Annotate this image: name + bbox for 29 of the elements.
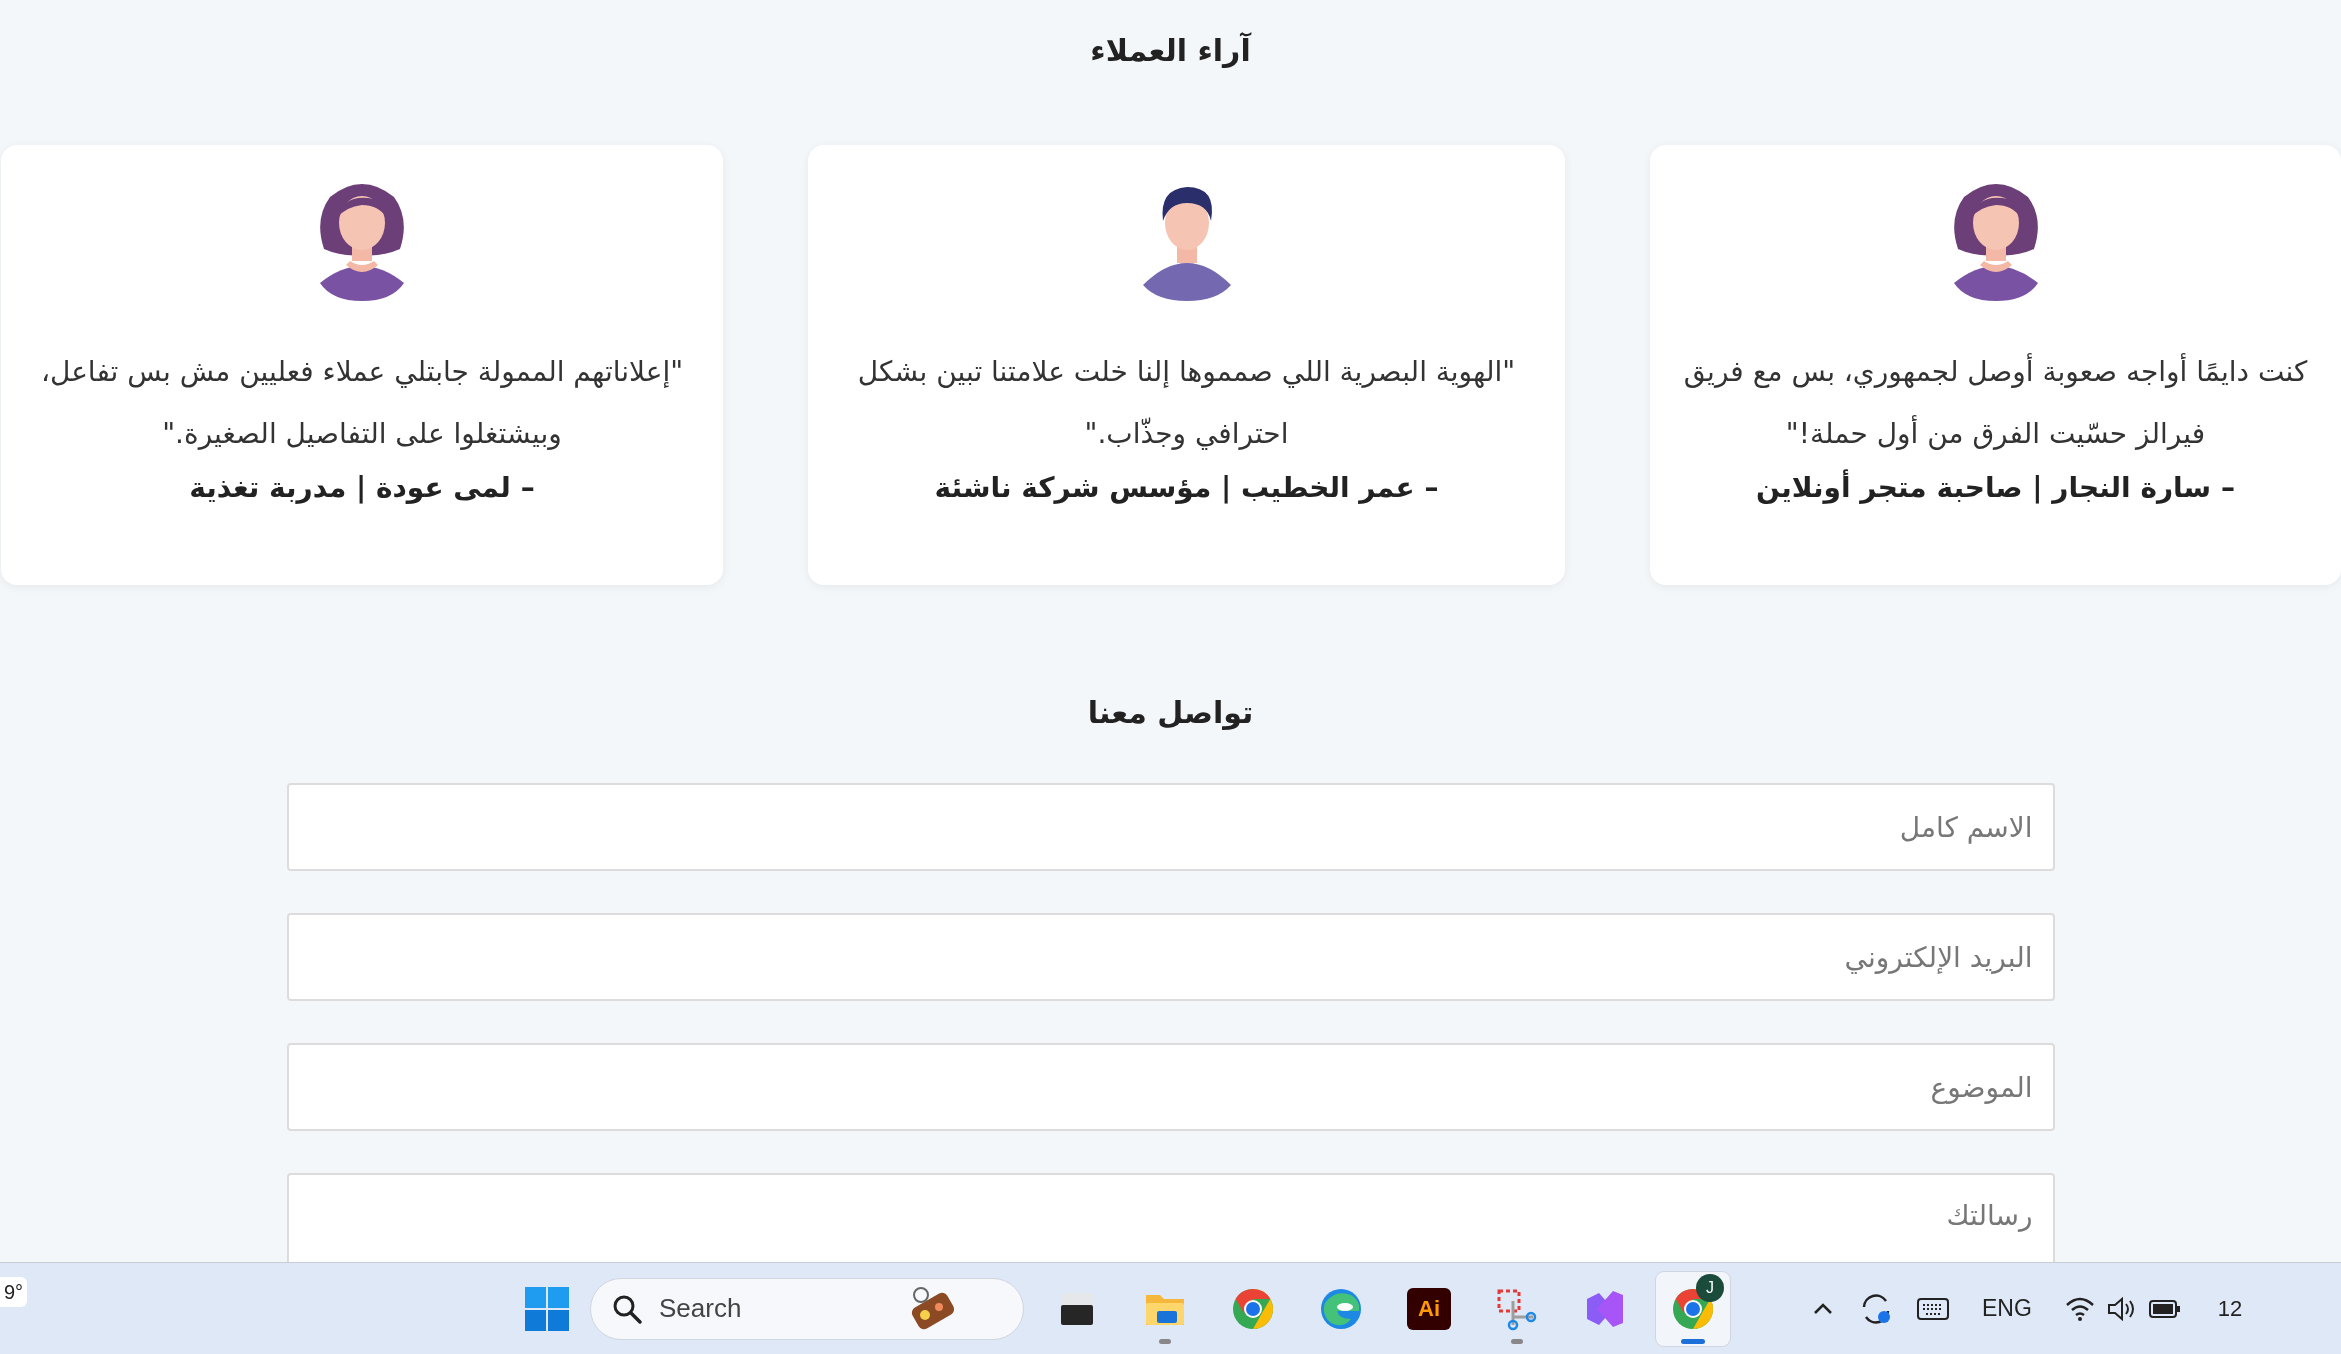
illustrator-icon: Ai (1407, 1287, 1451, 1330)
testimonial-quote: "إعلاناتهم الممولة جابتلي عملاء فعليين مش بس تفاعل، وبيشتغلوا على التفاصيل الصغيرة." (39, 354, 685, 452)
search-field[interactable]: Search (590, 1277, 1024, 1340)
input-field[interactable]: الموضوع (286, 1043, 2055, 1131)
testimonial-author: – سارة النجار | صاحبة متجر أونلاين (1756, 468, 2235, 506)
section-title: آراء العملاء (1090, 31, 1251, 70)
input-field[interactable]: الاسم كامل (286, 783, 2055, 871)
testimonial-quote: كنت دايمًا أواجه صعوبة أوصل لجمهوري، بس مع فريق فيرالز حسّيت الفرق من أول حملة!" (1682, 352, 2309, 452)
message-field[interactable]: رسالتك (286, 1173, 2055, 1262)
testimonial-author: – لمى عودة | مدربة تغذية (189, 470, 535, 506)
taskbar-app[interactable]: Ai (1392, 1271, 1466, 1346)
testimonial-quote: "الهوية البصرية اللي صمموها إلنا خلت علامتنا تبين بشكل احترافي وجذّاب." (856, 354, 1517, 452)
running-indicator (1159, 1338, 1171, 1344)
keyboard-icon[interactable] (1916, 1295, 1950, 1322)
chrome-icon (1231, 1286, 1275, 1331)
search-input[interactable]: Search (659, 1289, 879, 1328)
battery-icon[interactable] (2147, 1297, 2182, 1320)
language-indicator[interactable]: ENG (1982, 1291, 2032, 1326)
edge-icon (1319, 1286, 1363, 1331)
weather-temperature: 9° (0, 1277, 28, 1307)
running-indicator (1511, 1338, 1523, 1344)
windows-icon[interactable] (524, 1285, 570, 1332)
input-field[interactable]: البريد الإلكتروني (286, 913, 2055, 1001)
profile-badge: J (1696, 1273, 1724, 1302)
taskbar-app[interactable]: J (1656, 1271, 1730, 1346)
clock[interactable]: 12 (2217, 1292, 2243, 1325)
section-title: تواصل معنا (1087, 694, 1254, 732)
running-indicator (1681, 1338, 1705, 1344)
testimonial-author: – عمر الخطيب | مؤسس شركة ناشئة (934, 470, 1439, 506)
